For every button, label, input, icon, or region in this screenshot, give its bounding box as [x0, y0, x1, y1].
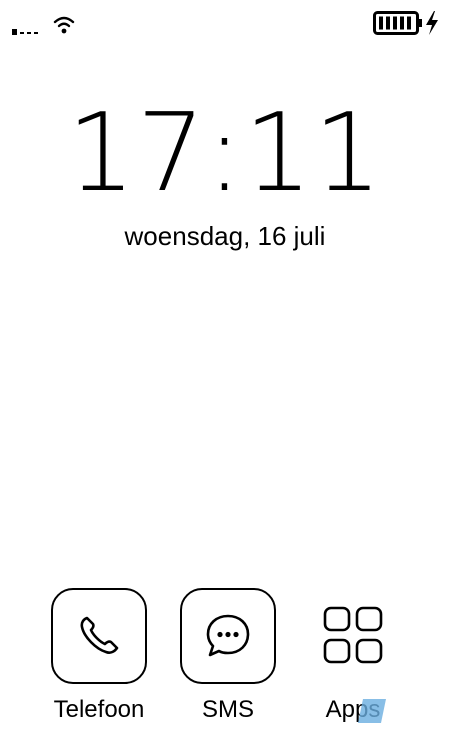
phone-icon — [80, 616, 119, 654]
battery-full-icon — [373, 11, 422, 35]
dock-item-telefoon[interactable]: Telefoon — [39, 588, 159, 728]
sms-app-button[interactable] — [180, 588, 276, 684]
charging-bolt-icon — [426, 11, 438, 35]
lockscreen-date: woensdag, 16 juli — [124, 221, 326, 251]
signal-weak-icon — [12, 29, 38, 35]
dock-item-sms[interactable]: SMS — [168, 588, 288, 728]
dock-item-apps[interactable]: Apps — [293, 588, 413, 728]
dock-label-sms: SMS — [201, 696, 254, 723]
dock-label-telefoon: Telefoon — [53, 696, 145, 723]
lockscreen-time: 17:11 — [66, 91, 384, 216]
status-bar — [0, 0, 450, 50]
message-icon — [206, 614, 250, 657]
cursor-highlight-icon — [357, 699, 386, 723]
telefoon-app-button[interactable] — [51, 588, 147, 684]
apps-app-button[interactable] — [305, 588, 401, 684]
wifi-icon — [53, 16, 75, 34]
apps-grid-icon — [323, 606, 383, 664]
dock-label-apps-wrap: Apps — [326, 698, 386, 723]
